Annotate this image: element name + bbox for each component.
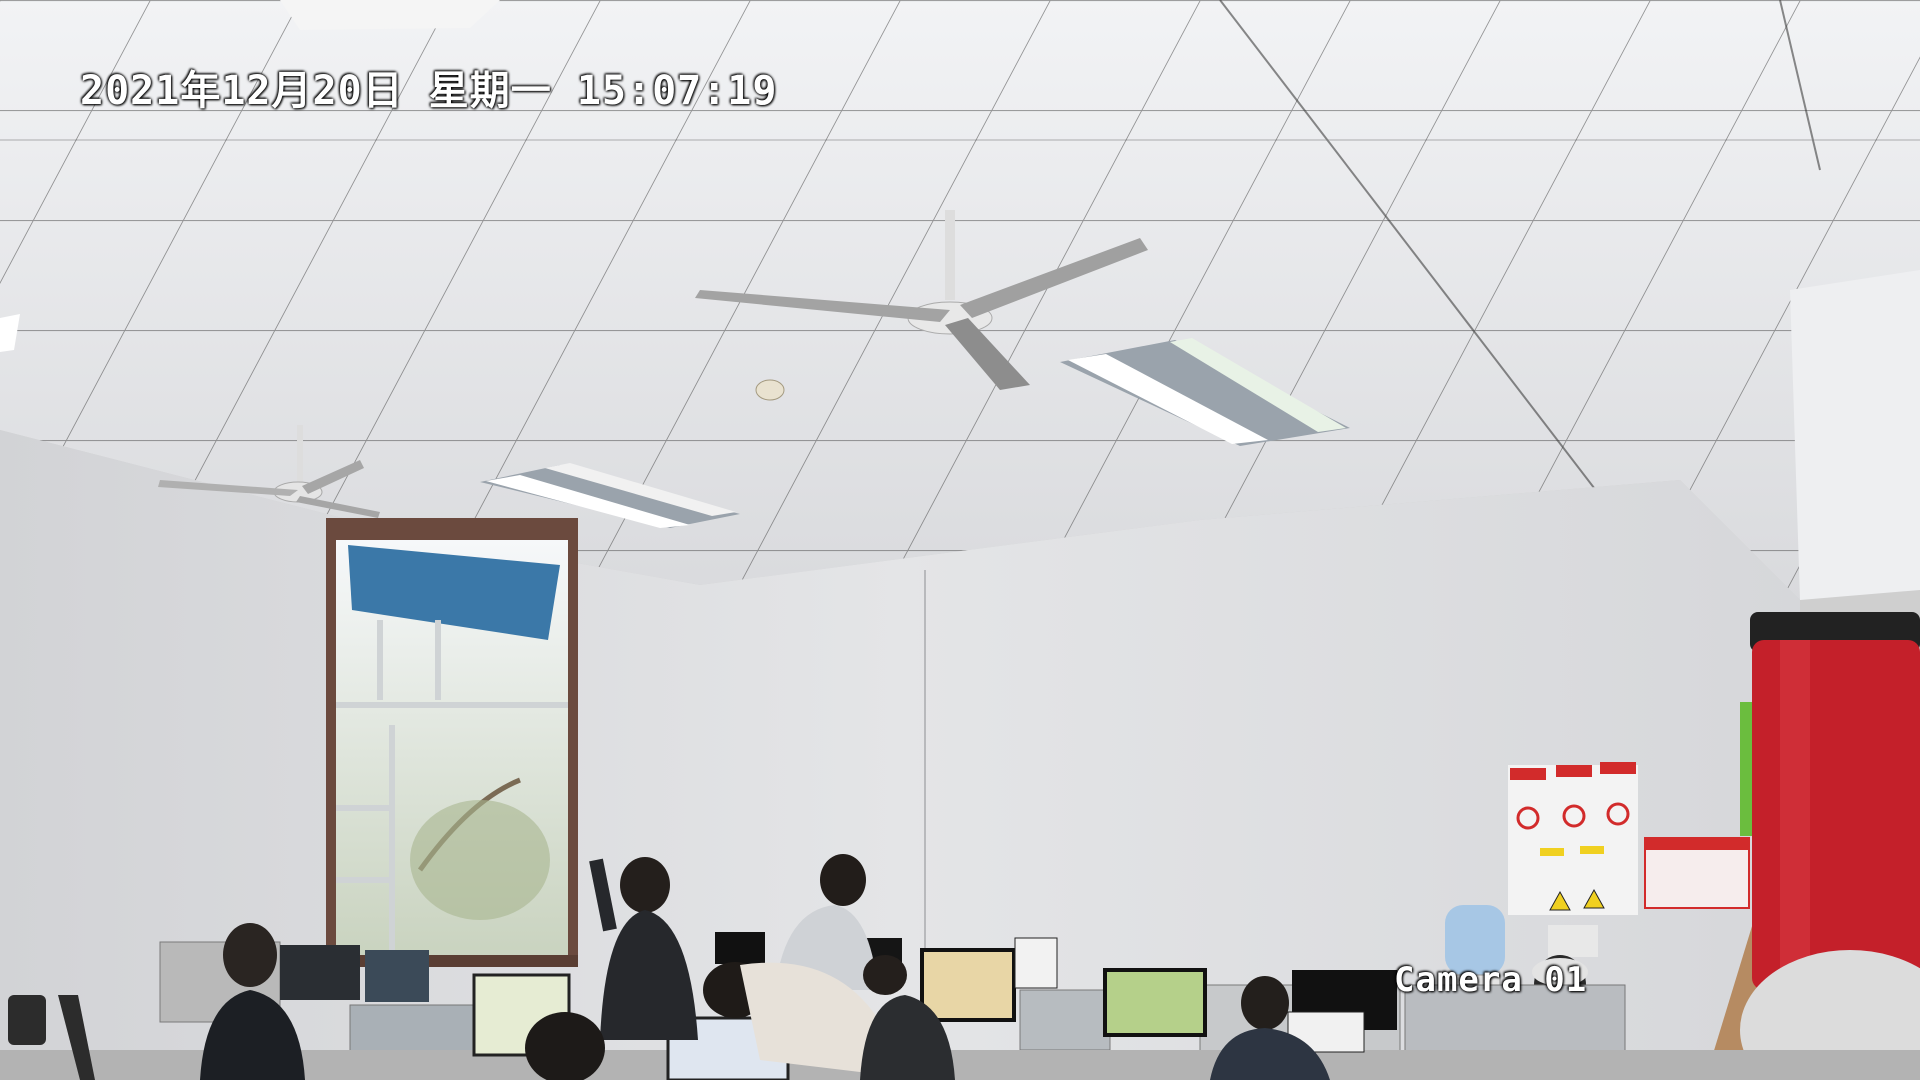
camera-label-overlay: Camera 01 <box>1394 960 1588 1000</box>
right-column <box>1790 270 1920 600</box>
cctv-frame: 2021年12月20日 星期一 15:07:19 Camera 01 <box>0 0 1920 1080</box>
office-scene <box>0 0 1920 1080</box>
window <box>326 518 578 967</box>
smoke-detector <box>755 379 785 401</box>
fire-extinguisher <box>1740 612 1920 1080</box>
timestamp-overlay: 2021年12月20日 星期一 15:07:19 <box>80 68 778 114</box>
